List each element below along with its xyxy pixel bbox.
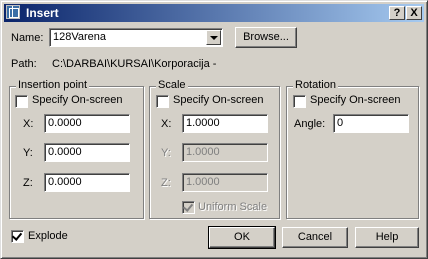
browse-button[interactable]: Browse... bbox=[235, 27, 297, 48]
title-bar[interactable]: Insert ? X bbox=[4, 4, 424, 22]
check-icon bbox=[11, 230, 23, 241]
explode-checkbox[interactable] bbox=[11, 230, 24, 243]
insertion-z-input[interactable]: 0.0000 bbox=[44, 173, 130, 192]
angle-label: Angle: bbox=[294, 118, 326, 130]
insert-dialog: Insert ? X Name: 128Varena Browse... Pat… bbox=[0, 0, 428, 259]
insertion-z-label: Z: bbox=[23, 177, 33, 189]
check-icon bbox=[182, 201, 194, 212]
rotation-title: Rotation bbox=[293, 79, 338, 91]
insertion-specify-label: Specify On-screen bbox=[32, 94, 123, 106]
scale-z-label: Z: bbox=[161, 177, 171, 189]
explode-label: Explode bbox=[28, 230, 68, 242]
name-value: 128Varena bbox=[53, 31, 107, 43]
scale-z-input: 1.0000 bbox=[182, 173, 268, 192]
insertion-x-input[interactable]: 0.0000 bbox=[44, 114, 130, 133]
insertion-y-input[interactable]: 0.0000 bbox=[44, 143, 130, 162]
insertion-x-label: X: bbox=[23, 118, 34, 130]
window-title: Insert bbox=[26, 6, 59, 20]
rotation-specify-label: Specify On-screen bbox=[310, 94, 401, 106]
angle-input[interactable]: 0 bbox=[333, 114, 409, 133]
insertion-point-title: Insertion point bbox=[16, 79, 90, 91]
scale-specify-checkbox[interactable] bbox=[156, 95, 169, 108]
rotation-specify-checkbox[interactable] bbox=[293, 95, 306, 108]
insertion-specify-checkbox[interactable] bbox=[15, 95, 28, 108]
path-label: Path: bbox=[11, 58, 37, 70]
cancel-button[interactable]: Cancel bbox=[282, 227, 348, 248]
name-label: Name: bbox=[11, 32, 44, 44]
scale-x-input[interactable]: 1.0000 bbox=[182, 114, 268, 133]
scale-x-label: X: bbox=[161, 118, 172, 130]
uniform-scale-label: Uniform Scale bbox=[198, 201, 268, 213]
scale-specify-label: Specify On-screen bbox=[173, 94, 264, 106]
path-value: C:\DARBAI\KURSAI\Korporacija - bbox=[52, 58, 217, 70]
help-button[interactable]: Help bbox=[355, 227, 419, 248]
scale-y-label: Y: bbox=[161, 147, 171, 159]
close-button[interactable]: X bbox=[406, 6, 422, 20]
insertion-y-label: Y: bbox=[23, 147, 33, 159]
chevron-down-icon[interactable] bbox=[206, 30, 221, 45]
uniform-scale-checkbox bbox=[182, 201, 195, 214]
scale-y-input: 1.0000 bbox=[182, 143, 268, 162]
app-icon bbox=[6, 5, 20, 19]
help-title-button[interactable]: ? bbox=[389, 6, 405, 20]
ok-button[interactable]: OK bbox=[208, 226, 276, 249]
scale-title: Scale bbox=[156, 79, 188, 91]
name-combobox[interactable]: 128Varena bbox=[49, 28, 223, 47]
